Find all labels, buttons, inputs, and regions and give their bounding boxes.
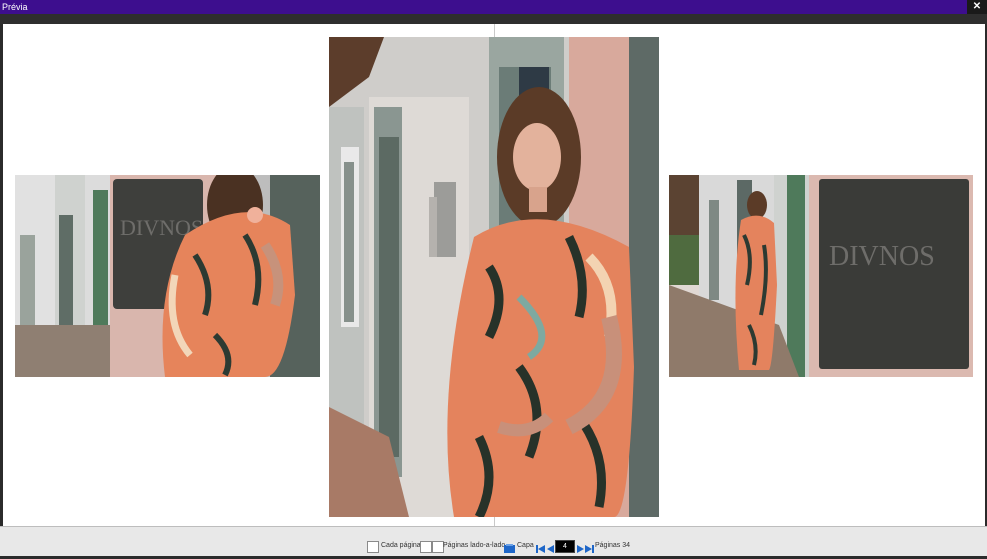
- photo-center: [329, 37, 659, 517]
- book-icon[interactable]: [504, 541, 515, 553]
- photo-center-image: [329, 37, 659, 517]
- photo-left-image: DIVNOS: [15, 175, 320, 377]
- preview-toolbar: Cada página Páginas lado-a-lado Capa 4 P…: [0, 526, 987, 556]
- previous-page-icon[interactable]: [546, 541, 555, 553]
- photo-right: DIVNOS: [669, 175, 973, 377]
- cada-pagina-label: Cada página: [381, 542, 421, 549]
- photo-right-image: DIVNOS: [669, 175, 973, 377]
- svg-text:DIVNOS: DIVNOS: [829, 241, 935, 272]
- window-title: Prévia: [2, 2, 28, 12]
- first-page-icon[interactable]: [536, 541, 545, 553]
- preview-canvas: DIVNOS DIVNOS: [3, 24, 985, 526]
- lado-a-lado-checkbox-left[interactable]: [420, 541, 432, 553]
- photo-left: DIVNOS: [15, 175, 320, 377]
- page-count-label: Páginas 34: [595, 542, 631, 549]
- cada-pagina-checkbox[interactable]: [367, 541, 379, 553]
- capa-label[interactable]: Capa: [517, 541, 534, 551]
- last-page-icon[interactable]: [585, 541, 594, 553]
- page-number-input[interactable]: 4: [555, 540, 575, 553]
- title-bar: Prévia ✕: [0, 0, 987, 14]
- paginas-lado-a-lado-label: Páginas lado-a-lado: [443, 542, 506, 549]
- close-button[interactable]: ✕: [967, 0, 987, 14]
- top-strip: [0, 14, 987, 24]
